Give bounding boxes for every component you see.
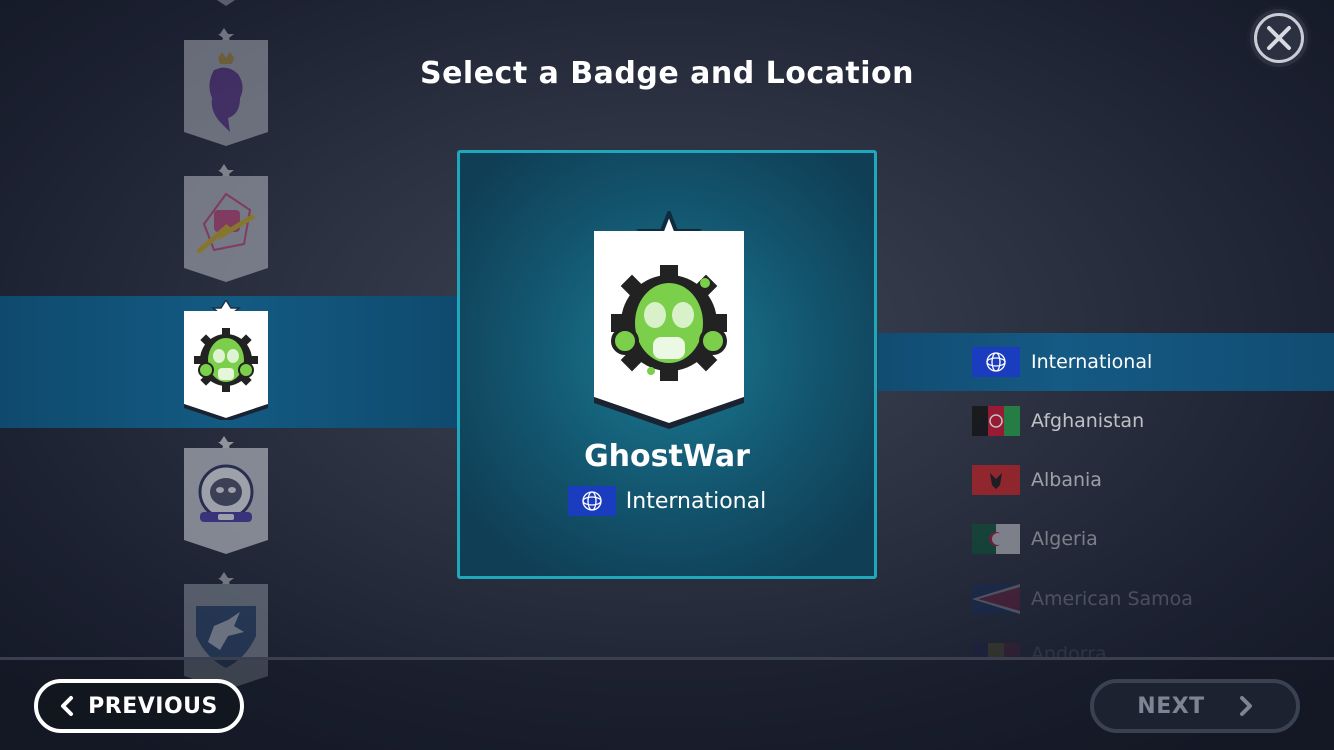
chevron-right-icon xyxy=(1239,696,1252,716)
country-item-algeria[interactable]: Algeria xyxy=(972,524,1098,554)
badge-item-fist[interactable] xyxy=(184,164,268,284)
badge-name: GhostWar xyxy=(584,439,750,474)
selected-badge xyxy=(594,211,744,429)
badge-item[interactable] xyxy=(184,0,268,10)
selected-badge-card: GhostWar International xyxy=(457,150,877,579)
chevron-left-icon xyxy=(61,696,74,716)
astronaut-monkey-badge-icon xyxy=(198,464,254,522)
close-icon xyxy=(1267,26,1291,50)
country-label: Algeria xyxy=(1031,528,1098,550)
badge-item-lion[interactable] xyxy=(184,28,268,148)
close-button[interactable] xyxy=(1247,6,1311,70)
country-label: Albania xyxy=(1031,469,1102,491)
gasmask-gear-badge-icon xyxy=(194,328,258,392)
country-item-afghanistan[interactable]: Afghanistan xyxy=(972,406,1144,436)
international-flag-icon xyxy=(972,347,1020,377)
algeria-flag-icon xyxy=(972,524,1020,554)
previous-button[interactable]: PREVIOUS xyxy=(34,679,244,733)
badge-location: International xyxy=(460,486,874,516)
american-samoa-flag-icon xyxy=(972,584,1020,614)
andorra-flag-icon xyxy=(972,643,1020,657)
previous-button-label: PREVIOUS xyxy=(88,693,218,719)
country-label: Andorra xyxy=(1031,643,1107,657)
badge-item-monkey[interactable] xyxy=(184,436,268,556)
country-item-international[interactable]: International xyxy=(972,347,1152,377)
badge-location-label: International xyxy=(625,488,767,514)
country-item-andorra[interactable]: Andorra xyxy=(972,643,1107,657)
gasmask-gear-badge-icon xyxy=(611,265,727,381)
international-flag-icon xyxy=(567,486,616,516)
next-button[interactable]: NEXT xyxy=(1090,679,1300,733)
afghanistan-flag-icon xyxy=(972,406,1020,436)
country-label: American Samoa xyxy=(1031,588,1193,610)
next-button-label: NEXT xyxy=(1137,693,1205,719)
badge-item-gasmask[interactable] xyxy=(184,300,268,420)
country-label: Afghanistan xyxy=(1031,410,1145,432)
albania-flag-icon xyxy=(972,465,1020,495)
country-label: International xyxy=(1031,351,1153,373)
country-item-albania[interactable]: Albania xyxy=(972,465,1102,495)
country-item-american-samoa[interactable]: American Samoa xyxy=(972,584,1193,614)
